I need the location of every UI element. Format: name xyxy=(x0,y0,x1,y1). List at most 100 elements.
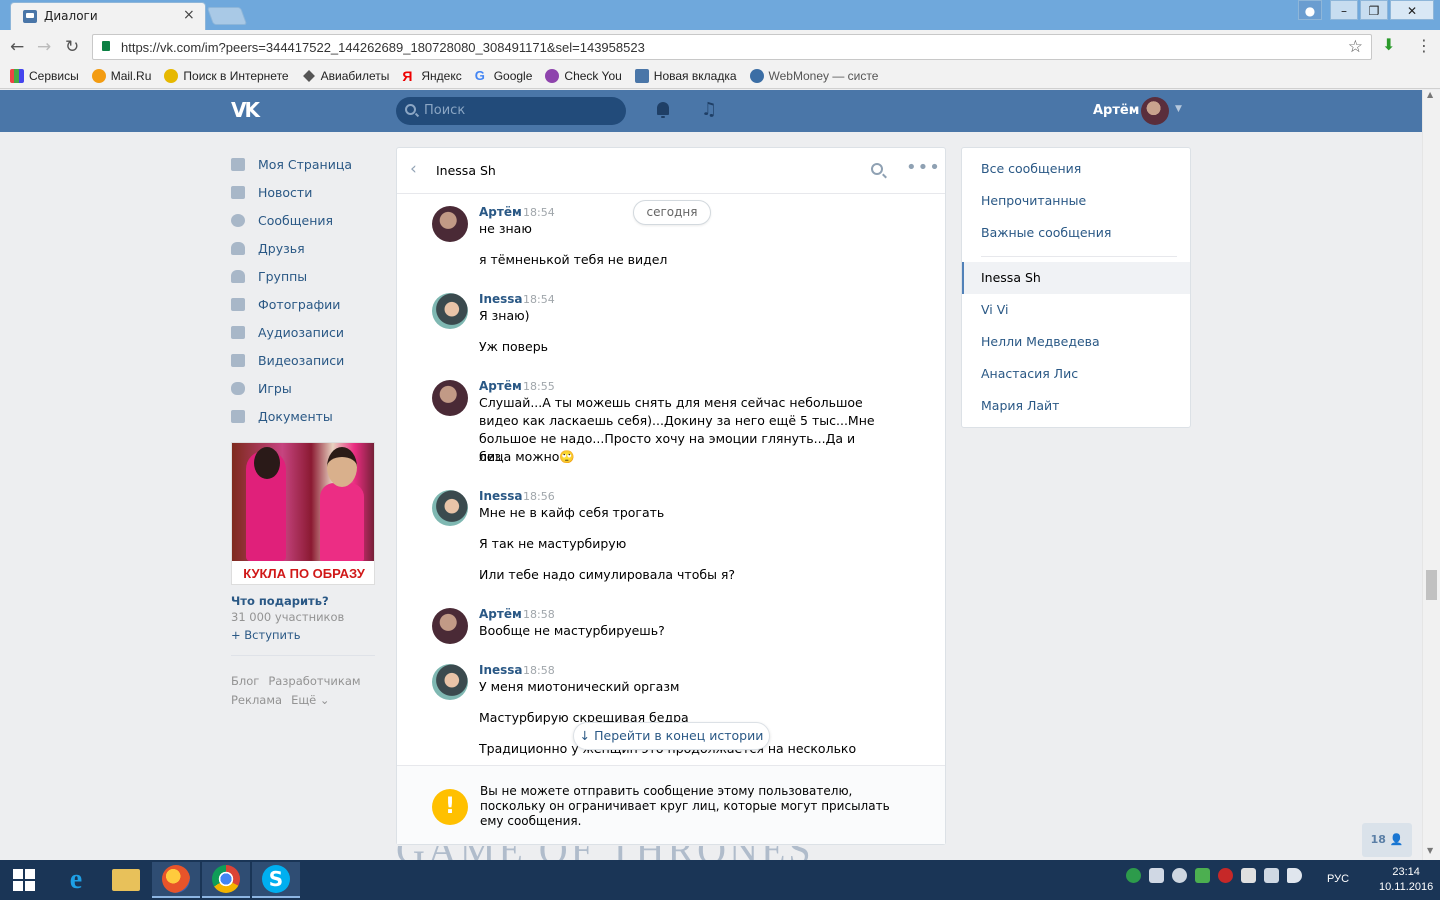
taskbar-firefox[interactable] xyxy=(152,862,200,898)
menu-item-photos[interactable]: Фотографии xyxy=(231,290,381,318)
forward-arrow-icon[interactable]: → xyxy=(37,37,51,57)
more-options-icon[interactable]: ••• xyxy=(906,157,941,178)
tab-close-button[interactable]: × xyxy=(183,7,195,23)
tray-flag-icon[interactable] xyxy=(1241,868,1256,883)
conversation-vi-vi[interactable]: Vi Vi xyxy=(962,294,1190,326)
taskbar-file-explorer[interactable] xyxy=(102,862,150,898)
clock[interactable]: 23:14 10.11.2016 xyxy=(1379,865,1433,895)
message-author[interactable]: Артём xyxy=(479,205,522,219)
vk-search-input[interactable]: Поиск xyxy=(396,97,626,125)
menu-item-games[interactable]: Игры xyxy=(231,374,381,402)
promo-title-link[interactable]: Что подарить? xyxy=(231,594,329,608)
address-bar[interactable]: https://vk.com/im?peers=344417522_144262… xyxy=(92,34,1372,60)
header-avatar[interactable] xyxy=(1141,97,1169,125)
browser-tab-dialogs[interactable]: Диалоги × xyxy=(10,2,206,30)
message-time[interactable]: 18:58 xyxy=(523,608,555,621)
footer-link-more[interactable]: Ещё ⌄ xyxy=(291,693,329,707)
message-time[interactable]: 18:54 xyxy=(523,293,555,306)
tray-antivirus-icon[interactable] xyxy=(1218,868,1233,883)
menu-item-audio[interactable]: Аудиозаписи xyxy=(231,318,381,346)
menu-item-video[interactable]: Видеозаписи xyxy=(231,346,381,374)
bookmark-newtab[interactable]: Новая вкладка xyxy=(634,69,737,83)
scroll-up-arrow-icon[interactable]: ▲ xyxy=(1427,90,1433,99)
filter-unread[interactable]: Непрочитанные xyxy=(962,185,1190,217)
message-author[interactable]: Inessa xyxy=(479,292,523,306)
online-friends-badge[interactable]: 18 👤 xyxy=(1362,823,1412,857)
message-time[interactable]: 18:55 xyxy=(523,380,555,393)
message-time[interactable]: 18:58 xyxy=(523,664,555,677)
bookmark-search[interactable]: Поиск в Интернете xyxy=(164,69,289,83)
input-language-indicator[interactable]: РУС xyxy=(1327,873,1349,885)
bookmark-services[interactable]: Сервисы xyxy=(10,69,79,83)
message-author[interactable]: Inessa xyxy=(479,663,523,677)
conversation-anastasia[interactable]: Анастасия Лис xyxy=(962,358,1190,390)
tray-app-icon[interactable] xyxy=(1126,868,1141,883)
minimize-button[interactable]: – xyxy=(1330,0,1358,20)
tray-security-icon[interactable] xyxy=(1195,868,1210,883)
bookmark-yandex[interactable]: Я Яндекс xyxy=(402,69,461,83)
bookmark-google[interactable]: G Google xyxy=(475,69,533,84)
chrome-menu-icon[interactable]: ⋮ xyxy=(1416,36,1432,55)
menu-item-groups[interactable]: Группы xyxy=(231,262,381,290)
music-note-icon[interactable]: ♫ xyxy=(701,99,717,120)
message-time[interactable]: 18:54 xyxy=(523,206,555,219)
message-author[interactable]: Inessa xyxy=(479,489,523,503)
tray-dropbox-icon[interactable] xyxy=(1149,868,1164,883)
footer-link-ads[interactable]: Реклама xyxy=(231,693,282,707)
menu-item-my-page[interactable]: Моя Страница xyxy=(231,150,381,178)
menu-item-news[interactable]: Новости xyxy=(231,178,381,206)
vk-logo-icon[interactable]: VK xyxy=(231,98,265,122)
bookmark-checkyou[interactable]: Check You xyxy=(545,69,622,83)
footer-link-developers[interactable]: Разработчикам xyxy=(268,674,360,688)
close-window-button[interactable]: ✕ xyxy=(1390,0,1434,20)
message-time[interactable]: 18:56 xyxy=(523,490,555,503)
avatar[interactable] xyxy=(432,608,468,644)
message-history[interactable]: сегодня Артём 18:54 не знаю я тёмненькой… xyxy=(397,195,945,765)
download-extension-icon[interactable]: ⬇ xyxy=(1382,35,1395,54)
message-author[interactable]: Артём xyxy=(479,607,522,621)
avatar[interactable] xyxy=(432,490,468,526)
conversation-maria[interactable]: Мария Лайт xyxy=(962,390,1190,422)
bookmark-mailru[interactable]: Mail.Ru xyxy=(91,69,151,83)
taskbar-internet-explorer[interactable]: e xyxy=(52,862,100,898)
bookmark-webmoney[interactable]: WebMoney — систе xyxy=(749,69,878,83)
bookmark-flights[interactable]: Авиабилеты xyxy=(302,69,389,83)
avatar[interactable] xyxy=(432,206,468,242)
filter-all-messages[interactable]: Все сообщения xyxy=(962,153,1190,185)
back-chevron-icon[interactable]: ‹ xyxy=(410,159,417,179)
filter-important[interactable]: Важные сообщения xyxy=(962,217,1190,249)
promo-banner-image[interactable]: КУКЛА ПО ОБРАЗУ xyxy=(231,442,375,585)
menu-item-messages[interactable]: Сообщения xyxy=(231,206,381,234)
taskbar-skype[interactable]: S xyxy=(252,862,300,898)
back-arrow-icon[interactable]: ← xyxy=(10,37,24,57)
header-user-name[interactable]: Артём xyxy=(1093,103,1139,118)
page-scrollbar[interactable]: ▲ ▼ xyxy=(1422,90,1440,860)
conversation-nelli[interactable]: Нелли Медведева xyxy=(962,326,1190,358)
url-text[interactable]: https://vk.com/im?peers=344417522_144262… xyxy=(121,40,645,55)
chrome-profile-icon[interactable]: ● xyxy=(1298,0,1322,20)
message-author[interactable]: Артём xyxy=(479,379,522,393)
tray-volume-icon[interactable] xyxy=(1287,868,1302,883)
footer-link-blog[interactable]: Блог xyxy=(231,674,259,688)
dialog-search-icon[interactable] xyxy=(871,163,883,175)
conversation-inessa-sh[interactable]: Inessa Sh xyxy=(962,262,1190,294)
chevron-down-icon[interactable]: ▼ xyxy=(1175,104,1182,114)
notifications-bell-icon[interactable] xyxy=(656,102,670,118)
jump-to-end-button[interactable]: ↓ Перейти в конец истории xyxy=(573,722,770,750)
menu-item-documents[interactable]: Документы xyxy=(231,402,381,430)
reload-icon[interactable]: ↻ xyxy=(65,37,79,57)
tray-network-icon[interactable] xyxy=(1264,868,1279,883)
scrollbar-thumb[interactable] xyxy=(1426,570,1437,600)
new-tab-button[interactable] xyxy=(206,7,248,25)
maximize-button[interactable]: ❐ xyxy=(1360,0,1388,20)
taskbar-chrome[interactable] xyxy=(202,862,250,898)
promo-join-link[interactable]: + Вступить xyxy=(231,628,300,642)
avatar[interactable] xyxy=(432,293,468,329)
scroll-down-arrow-icon[interactable]: ▼ xyxy=(1427,846,1433,855)
bookmark-star-icon[interactable]: ☆ xyxy=(1348,37,1363,57)
tray-steam-icon[interactable] xyxy=(1172,868,1187,883)
windows-start-button[interactable] xyxy=(0,862,48,898)
avatar[interactable] xyxy=(432,380,468,416)
dialog-title[interactable]: Inessa Sh xyxy=(436,163,496,178)
avatar[interactable] xyxy=(432,664,468,700)
